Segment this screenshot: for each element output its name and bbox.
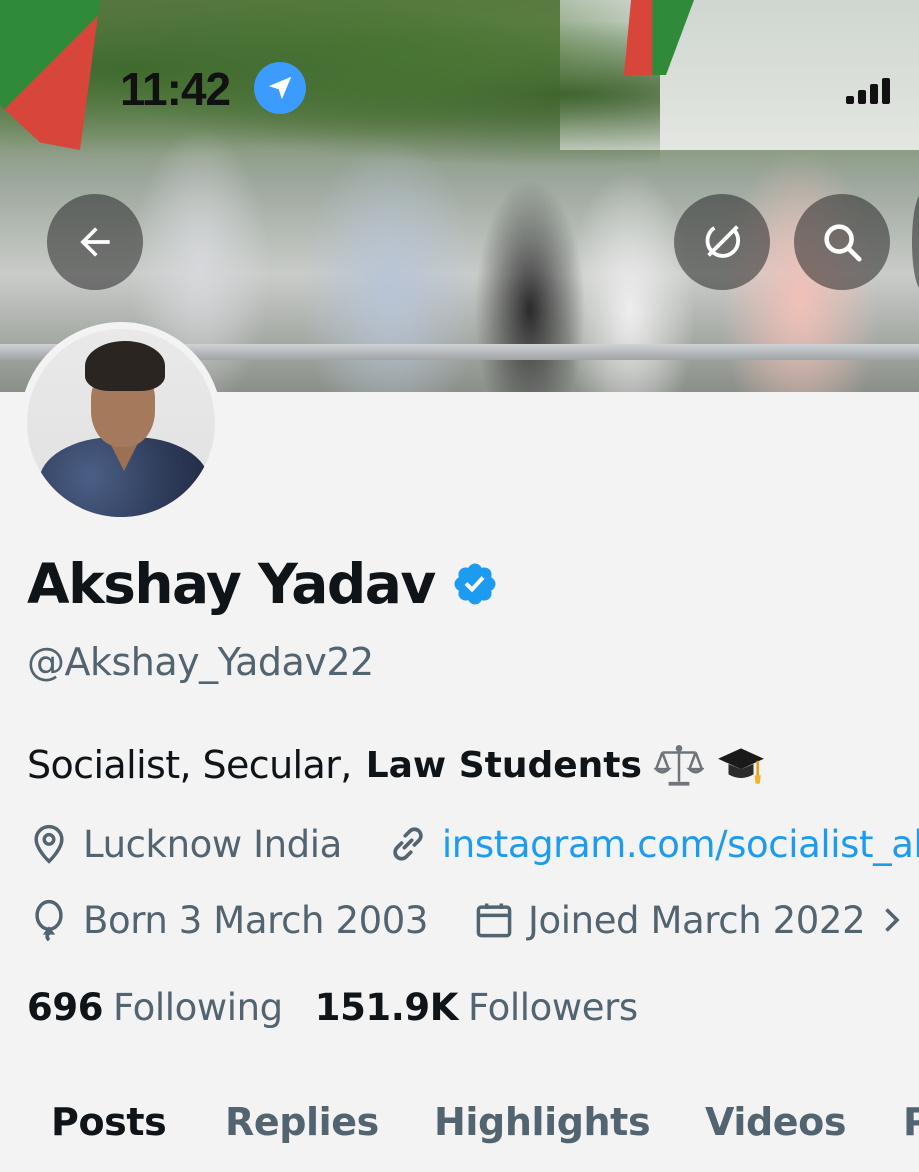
profile-joined-date: Joined March 2022 (528, 898, 866, 942)
tab-posts[interactable]: Posts (51, 1100, 167, 1144)
graduation-cap-emoji-icon (718, 748, 764, 784)
search-button[interactable] (794, 194, 890, 290)
link-icon (393, 827, 423, 861)
tab-replies[interactable]: Replies (225, 1100, 379, 1144)
profile-name-row: Akshay Yadav (27, 552, 499, 616)
following-label: Following (113, 986, 283, 1029)
arrow-left-icon (80, 227, 110, 257)
profile-birth-date: Born 3 March 2003 (83, 898, 429, 942)
tab-photos[interactable]: P (903, 1100, 919, 1144)
search-icon (824, 224, 862, 262)
signal-strength-icon (846, 74, 890, 104)
profile-meta-row-1: Lucknow India instagram.com/socialist_ak (27, 822, 919, 866)
verified-badge-icon[interactable] (451, 560, 499, 608)
back-button[interactable] (47, 194, 143, 290)
avatar-hair (85, 341, 165, 391)
calendar-icon (476, 903, 512, 938)
bio-text: Socialist, Secular, (27, 743, 352, 787)
profile-location: Lucknow India (83, 822, 342, 866)
following-link[interactable]: 696 Following (27, 986, 283, 1029)
balance-scale-emoji-icon (653, 745, 704, 786)
profile-avatar[interactable] (20, 322, 222, 524)
chevron-right-icon[interactable] (873, 902, 909, 938)
followers-label: Followers (468, 986, 638, 1029)
avatar-photo (27, 329, 215, 517)
location-arrow-icon (254, 62, 306, 114)
display-name: Akshay Yadav (27, 552, 436, 616)
following-count: 696 (27, 986, 104, 1029)
location-pin-icon (34, 824, 64, 864)
profile-handle: @Akshay_Yadav22 (27, 640, 374, 684)
followers-link[interactable]: 151.9K Followers (315, 986, 638, 1029)
grok-icon (705, 225, 741, 258)
balloon-icon (35, 899, 63, 942)
grok-button[interactable] (674, 194, 770, 290)
profile-website-link[interactable]: instagram.com/socialist_ak (442, 823, 919, 866)
profile-bio: Socialist, Secular, Law Students (27, 740, 766, 790)
bio-bold-text: Law Students (365, 744, 642, 786)
profile-tabs: Posts Replies Highlights Videos P (0, 1090, 919, 1172)
followers-count: 151.9K (314, 986, 459, 1029)
follow-stats: 696 Following 151.9K Followers (27, 986, 638, 1029)
tab-videos[interactable]: Videos (705, 1100, 846, 1144)
tab-highlights[interactable]: Highlights (434, 1100, 651, 1144)
profile-meta-row-2: Born 3 March 2003 Joined March 2022 (27, 898, 909, 942)
status-bar-time: 11:42 (120, 63, 231, 115)
